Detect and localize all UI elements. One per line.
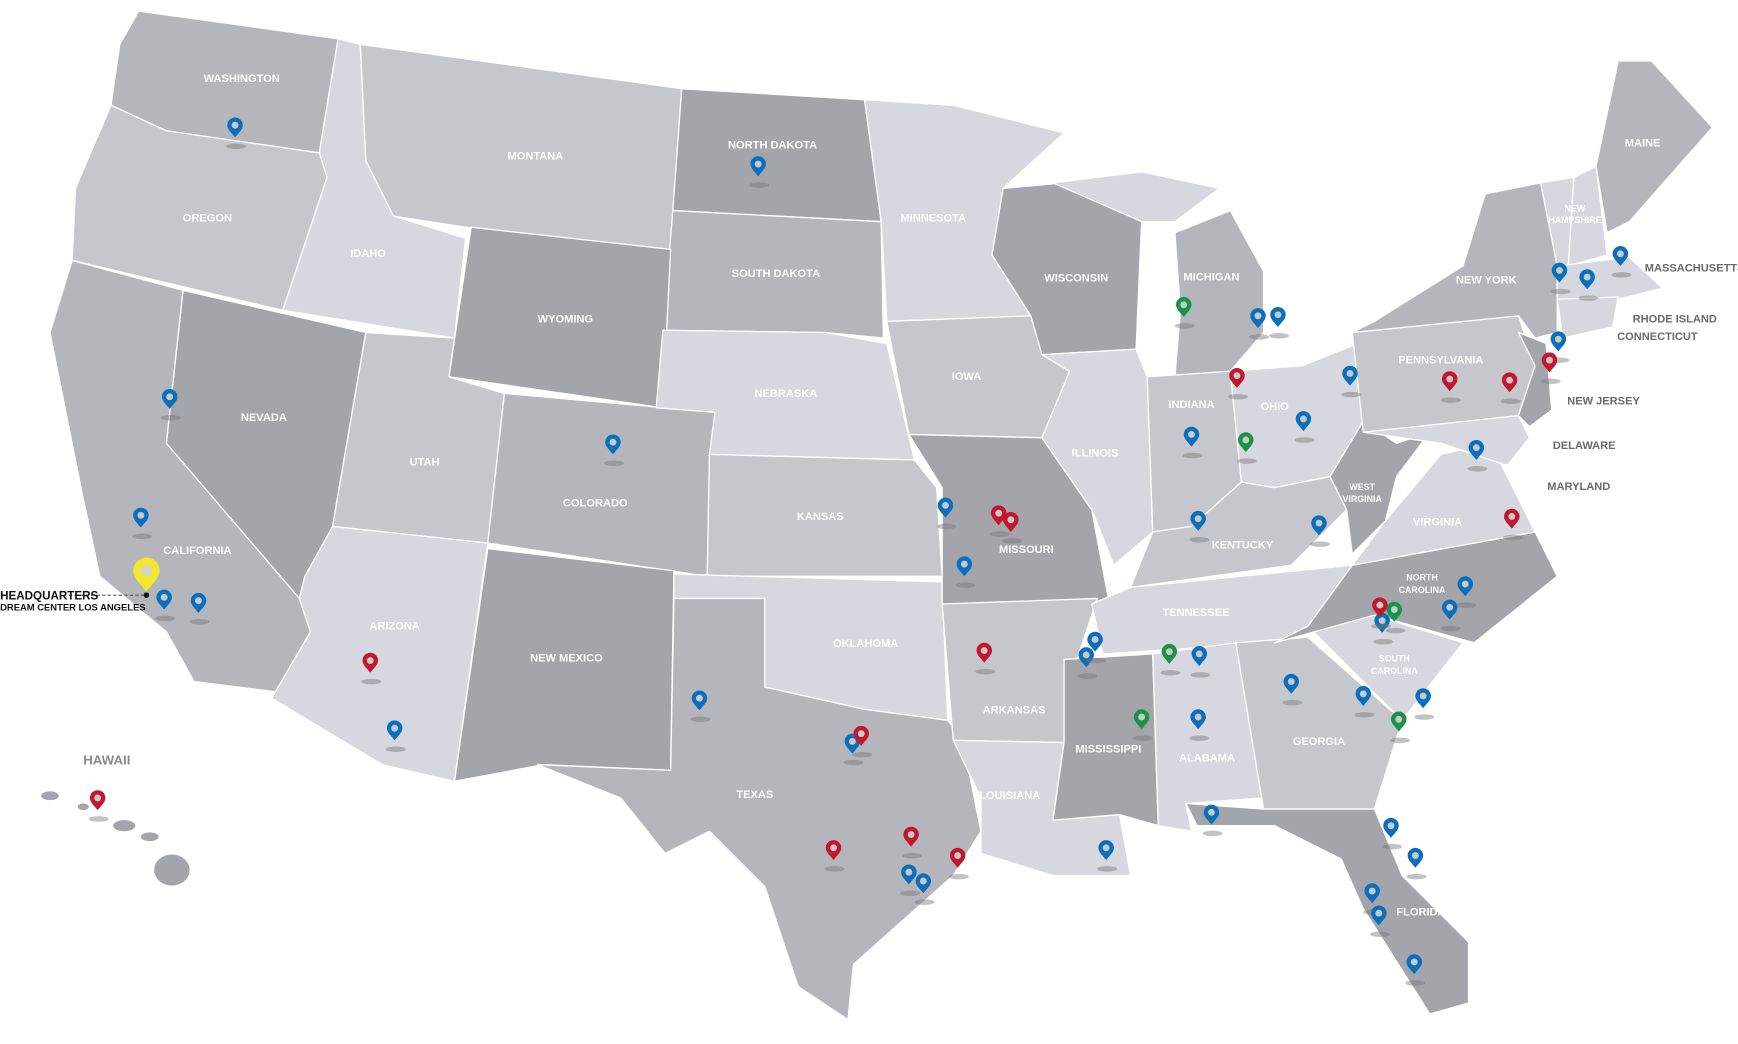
state-ct bbox=[1556, 296, 1619, 339]
state-label-az: ARIZONA bbox=[369, 621, 419, 633]
state-label-ri: RHODE ISLAND bbox=[1633, 314, 1717, 326]
blue-location-pin-icon[interactable] bbox=[1406, 847, 1427, 880]
state-label-me: MAINE bbox=[1625, 137, 1661, 149]
state-label-mo: MISSOURI bbox=[999, 544, 1054, 556]
state-label-nv: NEVADA bbox=[241, 412, 287, 424]
state-label-va: VIRGINIA bbox=[1413, 516, 1462, 528]
state-co bbox=[487, 392, 716, 577]
state-label-la: LOUISIANA bbox=[979, 790, 1040, 802]
hq-title: HEADQUARTERS bbox=[0, 590, 98, 603]
state-label-ia: IOWA bbox=[952, 371, 982, 383]
hq-dot bbox=[143, 592, 150, 598]
state-mt bbox=[359, 43, 683, 251]
state-label-mi: MICHIGAN bbox=[1183, 271, 1239, 283]
state-label-ms: MISSISSIPPI bbox=[1075, 744, 1141, 756]
state-nm bbox=[453, 547, 675, 783]
state-label-pa: PENNSYLVANIA bbox=[1398, 355, 1483, 367]
state-label-fl: FLORIDA bbox=[1396, 906, 1445, 918]
us-locations-map: WASHINGTON OREGON IDAHO MONTANA NORTH DAKOTA… bbox=[0, 10, 1738, 1021]
state-label-ct: CONNECTICUT bbox=[1617, 331, 1698, 343]
state-label-de: DELAWARE bbox=[1553, 440, 1616, 452]
state-label-nc2: CAROLINA bbox=[1399, 585, 1446, 595]
state-hi-island bbox=[154, 854, 190, 886]
state-hi-island bbox=[77, 803, 89, 811]
state-label-ny: NEW YORK bbox=[1456, 275, 1517, 287]
state-label-or: OREGON bbox=[183, 213, 232, 225]
state-label-mn: MINNESOTA bbox=[900, 213, 966, 225]
state-nd bbox=[672, 87, 882, 223]
state-label-ar: ARKANSAS bbox=[983, 705, 1046, 717]
state-hi-island bbox=[41, 791, 59, 801]
state-ny bbox=[1351, 182, 1558, 339]
state-label-mt: MONTANA bbox=[508, 151, 564, 163]
state-label-ok: OKLAHOMA bbox=[833, 638, 898, 650]
state-label-ma: MASSACHUSETTS bbox=[1645, 263, 1738, 275]
state-label-oh: OHIO bbox=[1260, 401, 1289, 413]
blue-location-pin-icon[interactable] bbox=[1269, 306, 1290, 339]
state-hi-island bbox=[140, 832, 159, 842]
state-label-nm: NEW MEXICO bbox=[530, 653, 603, 665]
state-label-nd: NORTH DAKOTA bbox=[728, 140, 817, 152]
state-label-tx: TEXAS bbox=[736, 789, 773, 801]
state-label-hi: HAWAII bbox=[83, 753, 130, 768]
state-label-sc1: SOUTH bbox=[1379, 654, 1410, 664]
state-label-ne: NEBRASKA bbox=[754, 388, 817, 400]
state-label-nj: NEW JERSEY bbox=[1567, 396, 1640, 408]
state-label-ut: UTAH bbox=[410, 456, 440, 468]
state-label-wa: WASHINGTON bbox=[204, 73, 280, 85]
state-label-ky: KENTUCKY bbox=[1212, 540, 1274, 552]
state-label-wy: WYOMING bbox=[538, 314, 593, 326]
state-mi bbox=[1174, 209, 1265, 378]
state-label-wi: WISCONSIN bbox=[1044, 273, 1108, 285]
state-hi-island bbox=[113, 820, 136, 832]
state-label-nh1: NEW bbox=[1565, 204, 1586, 214]
hq-name: DREAM CENTER LOS ANGELES bbox=[0, 602, 145, 613]
state-label-sd: SOUTH DAKOTA bbox=[732, 268, 820, 280]
state-label-wv1: WEST bbox=[1349, 482, 1375, 492]
state-label-nh2: HAMPSHIRE bbox=[1548, 215, 1601, 225]
red-location-pin-icon[interactable] bbox=[88, 790, 109, 822]
state-label-ca: CALIFORNIA bbox=[163, 545, 231, 557]
blue-location-pin-icon[interactable] bbox=[1414, 688, 1435, 720]
state-label-wv2: VIRGINIA bbox=[1342, 494, 1382, 504]
state-label-id: IDAHO bbox=[350, 248, 386, 260]
state-label-il: ILLINOIS bbox=[1072, 448, 1119, 460]
state-label-ga: GEORGIA bbox=[1293, 736, 1345, 748]
state-label-sc2: CAROLINA bbox=[1371, 666, 1418, 676]
state-label-tn: TENNESSEE bbox=[1162, 607, 1229, 619]
state-label-md: MARYLAND bbox=[1547, 481, 1610, 493]
state-label-ks: KANSAS bbox=[797, 511, 844, 523]
state-label-co: COLORADO bbox=[563, 497, 628, 509]
state-label-nc1: NORTH bbox=[1406, 573, 1438, 583]
state-label-in: INDIANA bbox=[1168, 399, 1214, 411]
state-label-al: ALABAMA bbox=[1179, 752, 1235, 764]
